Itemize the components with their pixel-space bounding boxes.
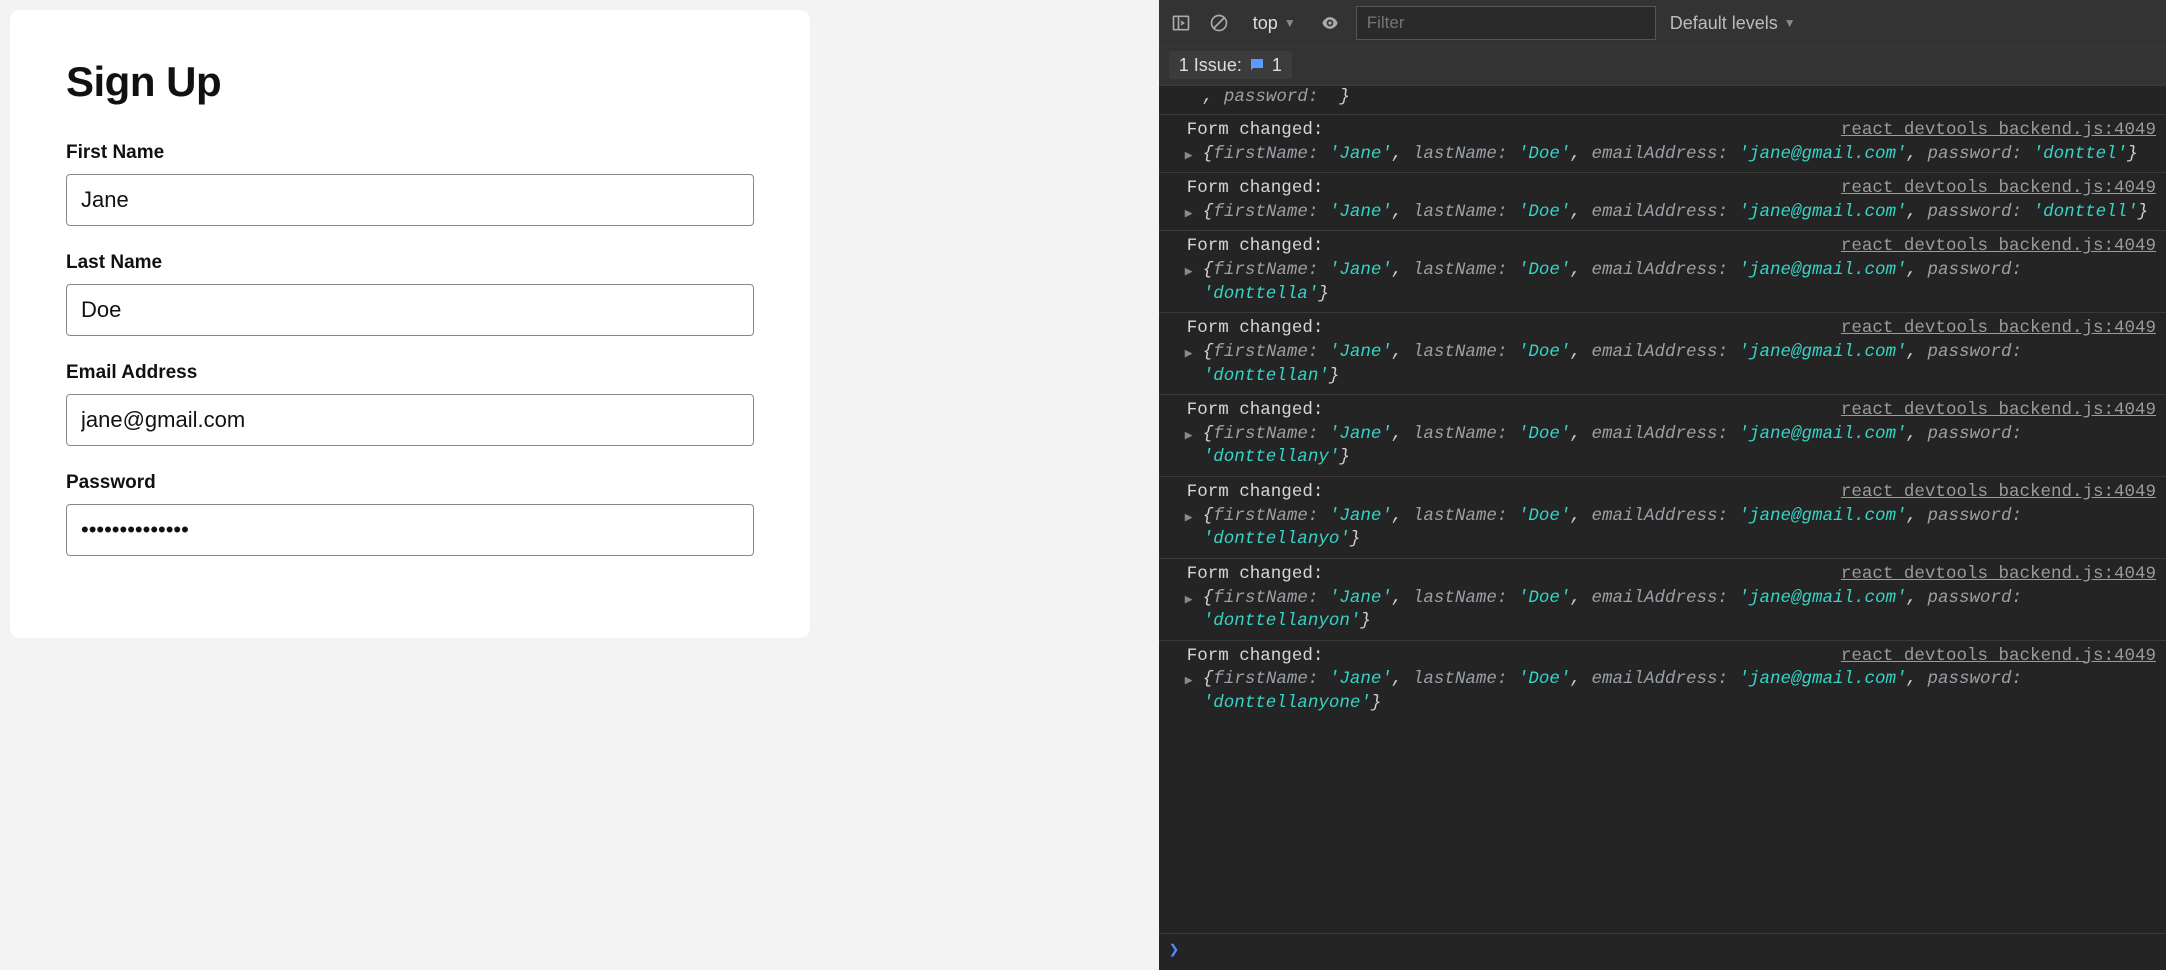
log-levels-label: Default levels	[1670, 11, 1778, 35]
log-source-link[interactable]: react_devtools_backend.js:4049	[1841, 645, 2156, 669]
console-filter	[1356, 6, 1656, 40]
devtools-toolbar: top ▼ Default levels ▼	[1159, 0, 2166, 47]
log-source-link[interactable]: react_devtools_backend.js:4049	[1841, 119, 2156, 143]
last-name-label: Last Name	[66, 252, 754, 274]
app-page: Sign Up First Name Last Name Email Addre…	[0, 0, 1159, 970]
field-email: Email Address	[66, 362, 754, 446]
log-source-link[interactable]: react_devtools_backend.js:4049	[1841, 481, 2156, 505]
log-source-link[interactable]: react_devtools_backend.js:4049	[1841, 177, 2156, 201]
console-log-area[interactable]: , password: } react_devtools_backend.js:…	[1159, 86, 2166, 933]
log-partial-line: , password: }	[1159, 86, 2166, 115]
prompt-caret-icon: ❯	[1169, 941, 1180, 961]
log-object[interactable]: ▶{firstName: 'Jane', lastName: 'Doe', em…	[1187, 587, 2156, 634]
expand-caret-icon[interactable]: ▶	[1185, 672, 1193, 690]
log-source-link[interactable]: react_devtools_backend.js:4049	[1841, 563, 2156, 587]
console-log-entry: react_devtools_backend.js:4049Form chang…	[1159, 476, 2166, 558]
execution-context-selector[interactable]: top ▼	[1245, 7, 1304, 39]
log-source-link[interactable]: react_devtools_backend.js:4049	[1841, 317, 2156, 341]
expand-caret-icon[interactable]: ▶	[1185, 345, 1193, 363]
devtools-panel: top ▼ Default levels ▼ 1 Issue: 1 , pass…	[1159, 0, 2166, 970]
console-log-entry: react_devtools_backend.js:4049Form chang…	[1159, 312, 2166, 394]
chevron-down-icon: ▼	[1784, 15, 1796, 31]
expand-caret-icon[interactable]: ▶	[1185, 263, 1193, 281]
signup-card: Sign Up First Name Last Name Email Addre…	[10, 10, 810, 638]
expand-caret-icon[interactable]: ▶	[1185, 427, 1193, 445]
console-prompt[interactable]: ❯	[1159, 933, 2166, 970]
email-label: Email Address	[66, 362, 754, 384]
password-label: Password	[66, 472, 754, 494]
issues-count: 1	[1272, 53, 1282, 77]
toggle-console-sidebar-icon[interactable]	[1169, 11, 1193, 35]
log-object[interactable]: ▶{firstName: 'Jane', lastName: 'Doe', em…	[1187, 143, 2156, 167]
live-expression-icon[interactable]	[1318, 11, 1342, 35]
chevron-down-icon: ▼	[1284, 15, 1296, 31]
issues-label: 1 Issue:	[1179, 53, 1242, 77]
console-log-entry: react_devtools_backend.js:4049Form chang…	[1159, 558, 2166, 640]
log-object[interactable]: ▶{firstName: 'Jane', lastName: 'Doe', em…	[1187, 423, 2156, 470]
console-log-entry: react_devtools_backend.js:4049Form chang…	[1159, 115, 2166, 172]
execution-context-label: top	[1253, 11, 1278, 35]
email-input[interactable]	[66, 394, 754, 446]
log-source-link[interactable]: react_devtools_backend.js:4049	[1841, 399, 2156, 423]
log-object[interactable]: ▶{firstName: 'Jane', lastName: 'Doe', em…	[1187, 505, 2156, 552]
log-object[interactable]: ▶{firstName: 'Jane', lastName: 'Doe', em…	[1187, 341, 2156, 388]
issues-chip[interactable]: 1 Issue: 1	[1169, 51, 1292, 79]
page-title: Sign Up	[66, 58, 754, 106]
expand-caret-icon[interactable]: ▶	[1185, 147, 1193, 165]
field-password: Password	[66, 472, 754, 556]
field-last-name: Last Name	[66, 252, 754, 336]
log-object[interactable]: ▶{firstName: 'Jane', lastName: 'Doe', em…	[1187, 201, 2156, 225]
console-log-entry: react_devtools_backend.js:4049Form chang…	[1159, 230, 2166, 312]
expand-caret-icon[interactable]: ▶	[1185, 509, 1193, 527]
log-levels-selector[interactable]: Default levels ▼	[1670, 11, 1800, 35]
expand-caret-icon[interactable]: ▶	[1185, 205, 1193, 223]
console-log-entry: react_devtools_backend.js:4049Form chang…	[1159, 394, 2166, 476]
console-filter-input[interactable]	[1356, 6, 1656, 40]
message-icon	[1248, 56, 1266, 74]
first-name-label: First Name	[66, 142, 754, 164]
console-log-entry: react_devtools_backend.js:4049Form chang…	[1159, 172, 2166, 230]
log-object[interactable]: ▶{firstName: 'Jane', lastName: 'Doe', em…	[1187, 259, 2156, 306]
password-input[interactable]	[66, 504, 754, 556]
log-object[interactable]: ▶{firstName: 'Jane', lastName: 'Doe', em…	[1187, 668, 2156, 715]
last-name-input[interactable]	[66, 284, 754, 336]
expand-caret-icon[interactable]: ▶	[1185, 591, 1193, 609]
field-first-name: First Name	[66, 142, 754, 226]
first-name-input[interactable]	[66, 174, 754, 226]
log-source-link[interactable]: react_devtools_backend.js:4049	[1841, 235, 2156, 259]
clear-console-icon[interactable]	[1207, 11, 1231, 35]
issues-bar: 1 Issue: 1	[1159, 47, 2166, 86]
console-log-entry: react_devtools_backend.js:4049Form chang…	[1159, 640, 2166, 722]
